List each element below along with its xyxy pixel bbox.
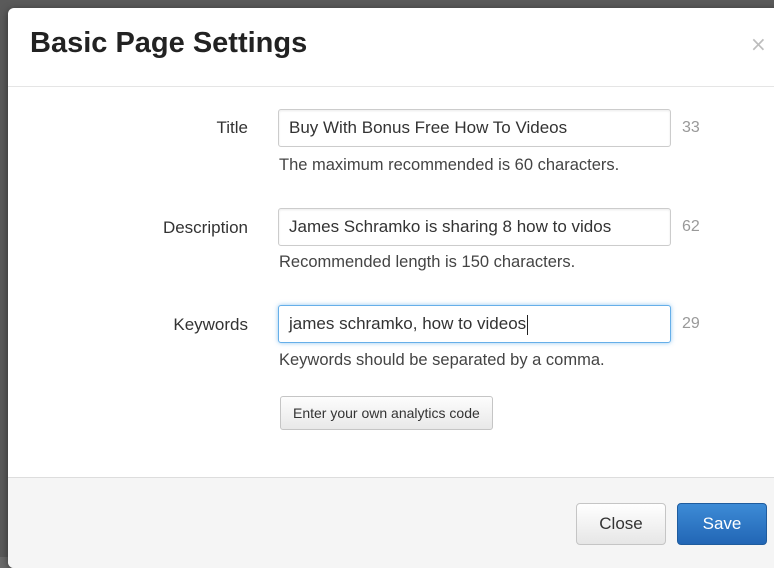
title-help-text: The maximum recommended is 60 characters… bbox=[279, 156, 620, 174]
title-input[interactable]: Buy With Bonus Free How To Videos bbox=[278, 109, 671, 147]
close-icon[interactable]: × bbox=[750, 32, 767, 56]
title-input-value: Buy With Bonus Free How To Videos bbox=[289, 118, 568, 137]
basic-page-settings-dialog: Basic Page Settings × Title Buy With Bon… bbox=[8, 8, 774, 568]
close-button[interactable]: Close bbox=[576, 503, 666, 545]
description-input[interactable]: James Schramko is sharing 8 how to vidos bbox=[278, 208, 671, 246]
dialog-header: Basic Page Settings × bbox=[8, 8, 774, 87]
text-caret bbox=[527, 314, 529, 335]
keywords-input-value: james schramko, how to videos bbox=[289, 314, 527, 333]
analytics-code-button[interactable]: Enter your own analytics code bbox=[280, 396, 493, 430]
dialog-body: Title Buy With Bonus Free How To Videos … bbox=[8, 87, 774, 477]
keywords-label: Keywords bbox=[173, 315, 248, 334]
keywords-input[interactable]: james schramko, how to videos bbox=[278, 305, 671, 343]
description-char-count: 62 bbox=[682, 218, 700, 235]
dialog-footer: Close Save bbox=[8, 477, 774, 568]
dialog-title: Basic Page Settings bbox=[30, 27, 308, 59]
title-label: Title bbox=[216, 118, 249, 137]
keywords-char-count: 29 bbox=[682, 315, 700, 332]
description-help-text: Recommended length is 150 characters. bbox=[279, 253, 576, 271]
title-char-count: 33 bbox=[682, 119, 700, 136]
keywords-help-text: Keywords should be separated by a comma. bbox=[279, 351, 605, 369]
description-label: Description bbox=[162, 218, 248, 237]
description-input-value: James Schramko is sharing 8 how to vidos bbox=[289, 217, 612, 236]
save-button[interactable]: Save bbox=[677, 503, 767, 545]
